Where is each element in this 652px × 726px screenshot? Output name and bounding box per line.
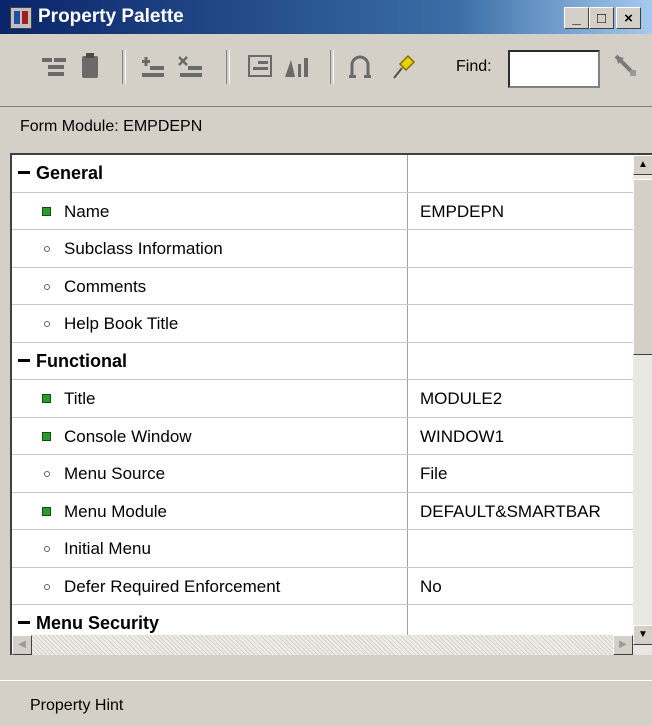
scroll-right-button[interactable]: ▶ xyxy=(613,635,633,655)
scroll-up-button[interactable]: ▲ xyxy=(633,155,652,175)
property-value[interactable] xyxy=(408,530,633,567)
property-value[interactable]: EMPDEPN xyxy=(408,193,633,230)
window-controls: _ □ × xyxy=(564,7,652,29)
property-row[interactable]: Menu Module DEFAULT&SMARTBAR xyxy=(12,492,633,530)
localize-icon[interactable] xyxy=(282,52,310,80)
property-set-icon xyxy=(42,431,51,441)
property-row[interactable]: Title MODULE2 xyxy=(12,380,633,418)
property-default-icon xyxy=(44,283,50,290)
add-property-icon[interactable] xyxy=(138,52,166,80)
property-value xyxy=(408,343,633,380)
title-bar[interactable]: Property Palette _ □ × xyxy=(0,0,652,34)
group-label: General xyxy=(36,163,104,183)
minimize-button[interactable]: _ xyxy=(564,7,589,29)
collapse-group-icon[interactable] xyxy=(18,621,30,624)
toolbar: Find: xyxy=(0,34,652,107)
expand-all-icon[interactable] xyxy=(40,52,68,80)
property-default-icon xyxy=(44,583,50,590)
property-name: Name xyxy=(64,201,110,221)
toolbar-separator xyxy=(122,50,126,84)
inherit-icon[interactable] xyxy=(246,52,274,80)
property-value[interactable] xyxy=(408,230,633,267)
property-group-row[interactable]: Functional xyxy=(12,342,633,380)
property-value[interactable]: DEFAULT&SMARTBAR xyxy=(408,493,633,530)
vertical-scrollbar[interactable]: ▲ ▼ xyxy=(633,155,652,655)
property-name: Menu Source xyxy=(64,464,166,483)
scroll-left-button[interactable]: ◀ xyxy=(12,635,32,655)
property-row[interactable]: Name EMPDEPN xyxy=(12,192,633,230)
property-value[interactable]: No xyxy=(408,568,633,605)
close-button[interactable]: × xyxy=(616,7,641,29)
property-default-icon xyxy=(44,546,50,552)
property-value[interactable] xyxy=(408,305,633,342)
property-value[interactable]: MODULE2 xyxy=(408,380,633,417)
vertical-scroll-thumb[interactable] xyxy=(633,179,652,355)
collapse-icon[interactable] xyxy=(76,52,104,80)
property-row[interactable]: Help Book Title xyxy=(12,305,633,343)
property-grid: General Name EMPDEPN Subclass Informatio… xyxy=(10,153,652,655)
delete-property-icon[interactable] xyxy=(176,52,204,80)
find-label: Find: xyxy=(456,58,492,75)
toolbar-separator xyxy=(226,50,230,84)
property-name: Defer Required Enforcement xyxy=(64,576,281,596)
property-palette-icon xyxy=(10,7,32,29)
property-hint: Property Hint xyxy=(30,697,124,714)
find-icon[interactable] xyxy=(612,52,640,80)
find-input[interactable] xyxy=(508,50,600,88)
intersection-icon[interactable] xyxy=(346,52,374,80)
status-bar: Property Hint xyxy=(0,680,652,726)
property-default-icon xyxy=(44,471,50,477)
property-set-icon xyxy=(42,506,51,516)
property-value xyxy=(408,155,633,192)
property-name: Initial Menu xyxy=(64,539,151,558)
property-rows: General Name EMPDEPN Subclass Informatio… xyxy=(12,155,633,643)
property-group-row[interactable]: General xyxy=(12,155,633,193)
property-row[interactable]: Console Window WINDOW1 xyxy=(12,417,633,455)
property-name: Subclass Information xyxy=(64,239,223,258)
property-value[interactable]: WINDOW1 xyxy=(408,418,633,455)
property-row[interactable]: Comments xyxy=(12,267,633,305)
object-context-label: Form Module: EMPDEPN xyxy=(20,118,203,135)
window-title: Property Palette xyxy=(38,6,184,27)
collapse-group-icon[interactable] xyxy=(18,171,30,174)
property-set-icon xyxy=(42,206,51,216)
maximize-button[interactable]: □ xyxy=(589,7,614,29)
collapse-group-icon[interactable] xyxy=(18,358,30,362)
horizontal-scrollbar[interactable]: ◀ ▶ xyxy=(12,635,633,655)
property-name: Console Window xyxy=(64,426,192,446)
scroll-down-button[interactable]: ▼ xyxy=(633,625,652,645)
property-set-icon xyxy=(42,394,51,403)
property-row[interactable]: Initial Menu xyxy=(12,530,633,568)
property-name: Help Book Title xyxy=(64,314,179,333)
property-value[interactable]: File xyxy=(408,455,633,492)
property-name: Title xyxy=(64,389,96,408)
property-row[interactable]: Subclass Information xyxy=(12,230,633,268)
property-default-icon xyxy=(44,246,50,252)
property-row[interactable]: Menu Source File xyxy=(12,455,633,493)
pin-icon[interactable] xyxy=(390,52,418,80)
property-name: Menu Module xyxy=(64,501,168,521)
toolbar-separator xyxy=(330,50,334,84)
property-row[interactable]: Defer Required Enforcement No xyxy=(12,567,633,605)
group-label: Functional xyxy=(36,350,127,371)
property-default-icon xyxy=(44,321,50,327)
property-value[interactable] xyxy=(408,268,633,305)
property-name: Comments xyxy=(64,276,147,296)
